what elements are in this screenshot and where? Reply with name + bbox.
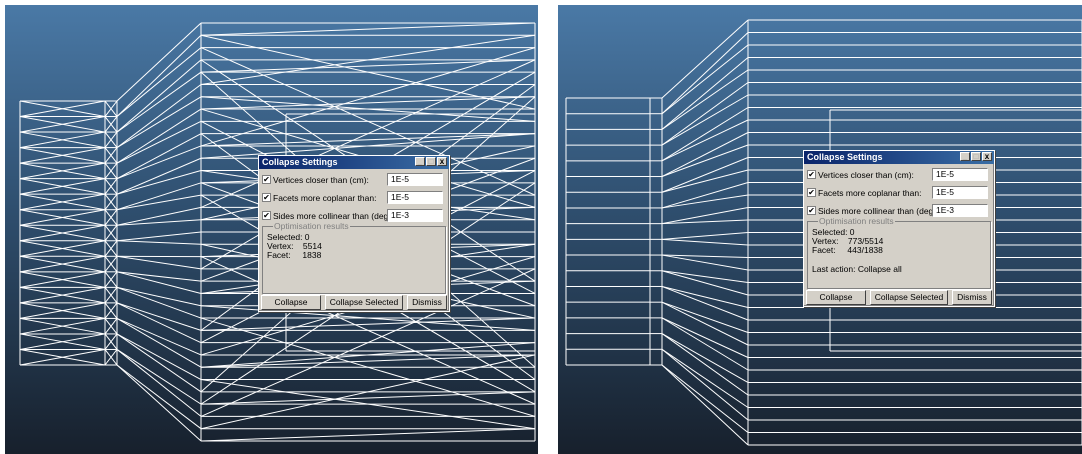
wire-edge xyxy=(116,182,202,211)
wire-edge xyxy=(200,354,536,368)
maximize-button[interactable]: □ xyxy=(971,152,981,161)
option-facets: ✔ Facets more coplanar than: xyxy=(262,190,395,205)
wire-edge xyxy=(661,317,749,371)
vertices-checkbox[interactable]: ✔ xyxy=(807,170,816,179)
wire-edge xyxy=(661,238,749,246)
wire-edge xyxy=(661,107,749,162)
collapse-button[interactable]: Collapse xyxy=(261,295,321,310)
sides-checkbox[interactable]: ✔ xyxy=(262,211,271,220)
wire-edge xyxy=(200,59,536,73)
vertices-label: Vertices closer than (cm): xyxy=(273,174,369,185)
optimisation-results-group: Optimisation results Selected: 0 Vertex:… xyxy=(262,221,446,294)
wire-edge xyxy=(661,169,749,193)
wire-edge xyxy=(661,285,749,308)
collapse-settings-dialog: Collapse Settings _ □ x ✔ Vertices close… xyxy=(258,155,450,312)
wire-edge xyxy=(116,271,202,282)
sides-label: Sides more collinear than (degrees): xyxy=(818,205,940,216)
facets-checkbox[interactable]: ✔ xyxy=(262,193,271,202)
sides-label: Sides more collinear than (degrees): xyxy=(273,210,395,221)
dialog-title: Collapse Settings xyxy=(262,157,338,167)
wire-edge xyxy=(661,157,749,193)
facets-label: Facets more coplanar than: xyxy=(818,187,922,198)
collapse-selected-button[interactable]: Collapse Selected xyxy=(870,290,948,305)
wire-edge xyxy=(200,317,536,331)
collapse-button[interactable]: Collapse xyxy=(806,290,866,305)
optimisation-results-group: Optimisation results Selected: 0 Vertex:… xyxy=(807,216,991,289)
last-action: Last action: Collapse all xyxy=(812,264,902,274)
vertices-field[interactable]: 1E-5 xyxy=(387,173,443,186)
wire-edge xyxy=(661,32,749,115)
wire-edge xyxy=(200,391,536,405)
wire-edge xyxy=(661,364,749,446)
wire-edge xyxy=(200,96,536,110)
wire-edge xyxy=(116,240,202,245)
dialog-titlebar[interactable]: Collapse Settings _ □ x xyxy=(259,156,449,169)
wire-edge xyxy=(661,194,749,209)
facet-count: Facet: 1838 xyxy=(267,250,322,260)
wire-edge xyxy=(661,82,749,146)
wire-edge xyxy=(116,333,202,380)
wire-edge xyxy=(661,207,749,225)
results-title: Optimisation results xyxy=(273,221,350,231)
wire-edge xyxy=(116,120,202,164)
wire-edge xyxy=(116,231,202,242)
wire-edge xyxy=(661,182,749,209)
sides-field[interactable]: 1E-3 xyxy=(932,204,988,217)
vertices-label: Vertices closer than (cm): xyxy=(818,169,914,180)
sides-field[interactable]: 1E-3 xyxy=(387,209,443,222)
wire-edge xyxy=(116,22,202,102)
wire-edge xyxy=(661,348,749,421)
wire-edge xyxy=(200,428,536,442)
wire-edge xyxy=(116,157,202,195)
results-title: Optimisation results xyxy=(818,216,895,226)
wire-edge xyxy=(116,71,202,133)
sides-checkbox[interactable]: ✔ xyxy=(807,206,816,215)
collapse-settings-dialog: Collapse Settings _ □ x ✔ Vertices close… xyxy=(803,150,995,307)
close-button[interactable]: x xyxy=(982,152,992,161)
wire-edge xyxy=(116,255,202,270)
option-vertices: ✔ Vertices closer than (cm): xyxy=(262,172,395,187)
wire-edge xyxy=(661,333,749,396)
facets-label: Facets more coplanar than: xyxy=(273,192,377,203)
facets-field[interactable]: 1E-5 xyxy=(387,191,443,204)
dismiss-button[interactable]: Dismiss xyxy=(952,290,992,305)
wire-edge xyxy=(661,270,749,283)
facet-count: Facet: 443/1838 xyxy=(812,245,883,255)
dialog-titlebar[interactable]: Collapse Settings _ □ x xyxy=(804,151,994,164)
wire-edge xyxy=(661,144,749,177)
maximize-button[interactable]: □ xyxy=(426,157,436,166)
dialog-title: Collapse Settings xyxy=(807,152,883,162)
facets-field[interactable]: 1E-5 xyxy=(932,186,988,199)
wire-edge xyxy=(661,57,749,130)
wire-edge xyxy=(116,84,202,148)
facets-checkbox[interactable]: ✔ xyxy=(807,188,816,197)
option-vertices: ✔ Vertices closer than (cm): xyxy=(807,167,940,182)
wire-edge xyxy=(116,194,202,211)
wire-edge xyxy=(661,219,749,225)
wire-edge xyxy=(116,47,202,117)
wire-edge xyxy=(661,19,749,99)
close-button[interactable]: x xyxy=(437,157,447,166)
wire-edge xyxy=(116,364,202,430)
wire-edge xyxy=(200,22,536,36)
wire-edge xyxy=(116,108,202,164)
option-facets: ✔ Facets more coplanar than: xyxy=(807,185,940,200)
minimize-button[interactable]: _ xyxy=(415,157,425,166)
wire-edge xyxy=(661,301,749,333)
wire-edge xyxy=(116,59,202,133)
vertices-checkbox[interactable]: ✔ xyxy=(262,175,271,184)
dismiss-button[interactable]: Dismiss xyxy=(407,295,447,310)
wire-edge xyxy=(661,232,749,240)
wire-edge xyxy=(200,133,536,147)
minimize-button[interactable]: _ xyxy=(960,152,970,161)
collapse-selected-button[interactable]: Collapse Selected xyxy=(325,295,403,310)
vertices-field[interactable]: 1E-5 xyxy=(932,168,988,181)
